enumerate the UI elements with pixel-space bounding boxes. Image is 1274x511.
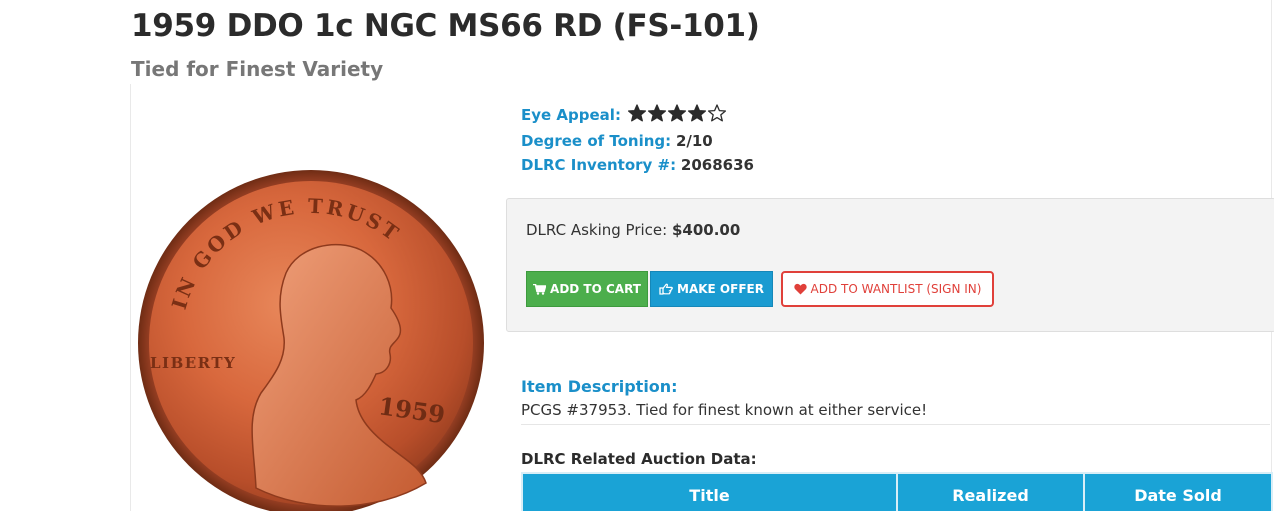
toning-row: Degree of Toning: 2/10 xyxy=(521,129,754,153)
column-header-title[interactable]: Title xyxy=(521,472,898,511)
star-filled-icon xyxy=(647,104,666,122)
heart-icon xyxy=(793,283,807,295)
eye-appeal-label: Eye Appeal: xyxy=(521,106,621,124)
page-subtitle: Tied for Finest Variety xyxy=(131,57,384,81)
item-description-label: Item Description: xyxy=(521,377,678,396)
add-to-wantlist-button[interactable]: ADD TO WANTLIST (SIGN IN) xyxy=(781,271,994,307)
eye-appeal-row: Eye Appeal: xyxy=(521,103,754,129)
make-offer-button[interactable]: MAKE OFFER xyxy=(650,271,773,307)
coin-legend-liberty: LIBERTY xyxy=(150,354,236,372)
toning-value: 2/10 xyxy=(675,132,713,150)
product-page: 1959 DDO 1c NGC MS66 RD (FS-101) Tied fo… xyxy=(0,0,1274,511)
asking-price-label: DLRC Asking Price: xyxy=(526,221,668,239)
add-to-cart-label: ADD TO CART xyxy=(550,282,641,296)
star-filled-icon xyxy=(667,104,686,122)
asking-price: DLRC Asking Price: $400.00 xyxy=(526,221,740,239)
star-filled-icon xyxy=(687,104,706,122)
asking-price-value: $400.00 xyxy=(671,221,741,239)
column-header-realized[interactable]: Realized xyxy=(896,472,1085,511)
page-title: 1959 DDO 1c NGC MS66 RD (FS-101) xyxy=(131,8,760,44)
shopping-cart-icon xyxy=(533,283,547,295)
add-to-wantlist-label: ADD TO WANTLIST (SIGN IN) xyxy=(810,282,982,296)
inventory-label: DLRC Inventory #: xyxy=(521,156,677,174)
description-divider xyxy=(521,424,1270,425)
auction-data-table: Title Realized Date Sold xyxy=(521,472,1273,511)
toning-label: Degree of Toning: xyxy=(521,132,672,150)
add-to-cart-button[interactable]: ADD TO CART xyxy=(526,271,648,307)
left-divider xyxy=(130,84,131,511)
column-header-date-sold[interactable]: Date Sold xyxy=(1083,472,1273,511)
coin-attributes: Eye Appeal: Degree of Toning: 2/10 DLRC … xyxy=(521,103,754,177)
star-filled-icon xyxy=(627,104,646,122)
star-empty-icon xyxy=(707,104,726,122)
eye-appeal-stars xyxy=(627,104,728,129)
inventory-value: 2068636 xyxy=(680,156,754,174)
price-panel: DLRC Asking Price: $400.00 ADD TO CART M… xyxy=(506,198,1274,332)
auction-table-header-row: Title Realized Date Sold xyxy=(521,472,1273,511)
item-description-text: PCGS #37953. Tied for finest known at ei… xyxy=(521,401,928,419)
auction-data-label: DLRC Related Auction Data: xyxy=(521,450,757,468)
coin-image[interactable]: IN GOD WE TRUST LIBERTY 1959 xyxy=(136,168,486,511)
inventory-row: DLRC Inventory #: 2068636 xyxy=(521,153,754,177)
hand-point-icon xyxy=(659,283,673,295)
make-offer-label: MAKE OFFER xyxy=(677,282,764,296)
